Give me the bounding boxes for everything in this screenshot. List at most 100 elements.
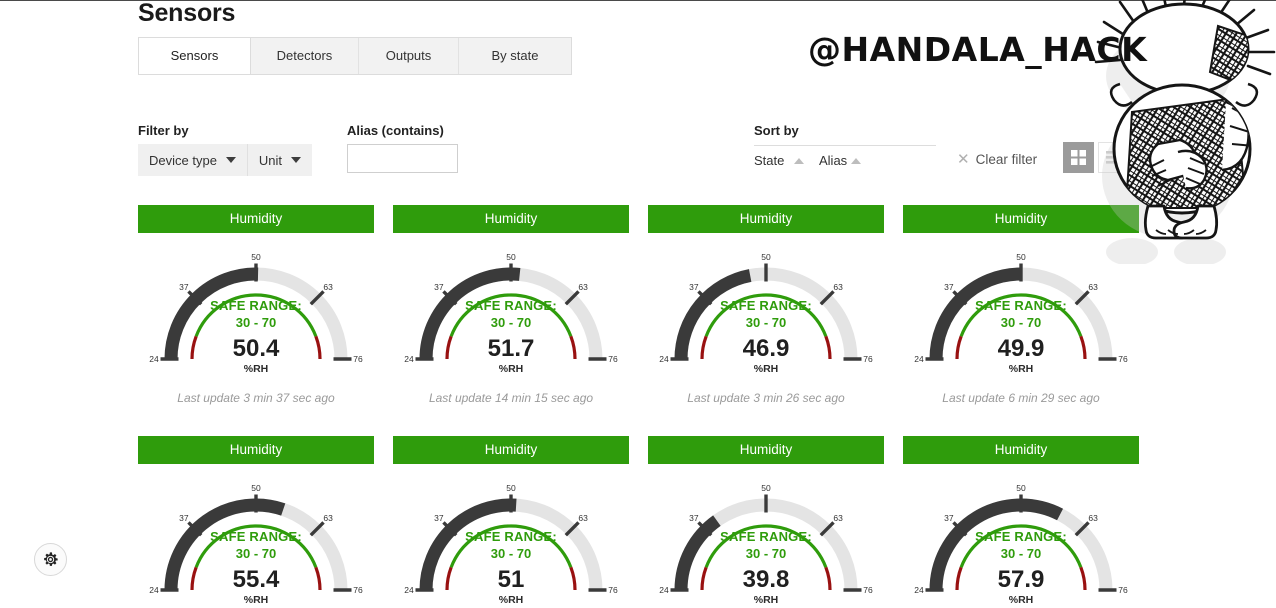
sensor-reading-value: 50.4 — [232, 335, 280, 362]
sensor-reading-unit: %RH — [498, 594, 524, 606]
sensor-card[interactable]: Humidity 24 37 50 63 76 SAFE RANGE: 30 - 70 49.9… — [903, 205, 1139, 405]
clear-filter-button[interactable]: ✕ Clear filter — [957, 152, 1037, 167]
list-view-toggle[interactable] — [1098, 142, 1129, 173]
gauge-tick-label: 63 — [323, 513, 333, 523]
gauge-container: 24 37 50 63 76 SAFE RANGE: 30 - 70 39.8 %RH — [648, 478, 884, 606]
gauge-tick-label: 37 — [944, 513, 954, 523]
sensor-reading-value: 49.9 — [997, 335, 1045, 362]
safe-range-value: 30 - 70 — [490, 315, 532, 330]
unit-dropdown[interactable]: Unit — [248, 144, 312, 176]
gauge-tick-label: 37 — [434, 282, 444, 292]
unit-label: Unit — [258, 152, 283, 168]
gauge-container: 24 37 50 63 76 SAFE RANGE: 30 - 70 55.4 %RH — [138, 478, 374, 606]
gauge-tick-label: 50 — [1016, 483, 1026, 493]
gauge-tick-label: 37 — [179, 282, 189, 292]
sensor-card[interactable]: Humidity 24 37 50 63 76 SAFE RANGE: 30 - 70 51.7… — [393, 205, 629, 405]
sensor-reading-unit: %RH — [753, 594, 779, 606]
chevron-down-icon — [225, 157, 236, 163]
last-update-text: Last update 3 min 37 sec ago — [177, 391, 335, 405]
gauge-tick-label: 50 — [761, 483, 771, 493]
page-title: Sensors — [138, 0, 236, 27]
tab-bar: Sensors Detectors Outputs By state — [138, 37, 572, 75]
grid-view-toggle[interactable] — [1063, 142, 1094, 173]
settings-button[interactable] — [34, 543, 67, 576]
sensor-card-title: Humidity — [903, 436, 1139, 464]
safe-range-value: 30 - 70 — [745, 315, 787, 330]
safe-range-value: 30 - 70 — [1000, 315, 1042, 330]
gauge-tick-label: 37 — [434, 513, 444, 523]
safe-range-value: 30 - 70 — [745, 546, 787, 561]
sensor-card-title: Humidity — [648, 436, 884, 464]
gauge-tick-label: 63 — [833, 282, 843, 292]
app-root: Sensors Sensors Detectors Outputs By sta… — [0, 0, 1276, 608]
filter-by-label: Filter by — [138, 123, 189, 138]
gauge-tick-label: 37 — [944, 282, 954, 292]
alias-input[interactable] — [347, 144, 458, 173]
safe-range-title: SAFE RANGE: — [465, 298, 557, 313]
sensor-reading-unit: %RH — [243, 363, 269, 375]
tab-outputs[interactable]: Outputs — [359, 38, 459, 74]
gauge-tick-label: 63 — [1088, 282, 1098, 292]
sensor-card-title: Humidity — [138, 205, 374, 233]
sensor-card[interactable]: Humidity 24 37 50 63 76 SAFE RANGE: 30 - 70 46.9… — [648, 205, 884, 405]
safe-range-title: SAFE RANGE: — [210, 298, 302, 313]
gauge-tick-label: 50 — [761, 252, 771, 262]
safe-range-value: 30 - 70 — [1000, 546, 1042, 561]
gauge-tick-label: 50 — [506, 252, 516, 262]
last-update-text: Last update 3 min 26 sec ago — [687, 391, 845, 405]
sensor-reading-value: 39.8 — [742, 566, 790, 593]
sensor-reading-value: 51 — [497, 566, 525, 593]
gauge-tick-label: 37 — [689, 513, 699, 523]
safe-range-title: SAFE RANGE: — [720, 529, 812, 544]
sort-alias-button[interactable]: Alias — [819, 153, 847, 168]
alias-label: Alias (contains) — [347, 123, 444, 138]
sensor-card-title: Humidity — [138, 436, 374, 464]
sensor-card[interactable]: Humidity 24 37 50 63 76 SAFE RANGE: 30 - 70 51 %R… — [393, 436, 629, 606]
sensor-card[interactable]: Humidity 24 37 50 63 76 SAFE RANGE: 30 - 70 39.8… — [648, 436, 884, 606]
sensor-card[interactable]: Humidity 24 37 50 63 76 SAFE RANGE: 30 - 70 55.4… — [138, 436, 374, 606]
device-type-label: Device type — [149, 152, 217, 168]
sensor-reading-unit: %RH — [1008, 363, 1034, 375]
tab-sensors[interactable]: Sensors — [139, 38, 251, 74]
chevron-down-icon — [291, 157, 302, 163]
sort-state-arrow-up-icon[interactable] — [794, 158, 804, 164]
tab-detectors[interactable]: Detectors — [251, 38, 359, 74]
sensor-reading-value: 55.4 — [232, 566, 280, 593]
sort-alias-arrow-up-icon[interactable] — [851, 158, 861, 164]
gauge-tick-label: 50 — [251, 483, 261, 493]
sort-state-button[interactable]: State — [754, 153, 784, 168]
safe-range-title: SAFE RANGE: — [975, 298, 1067, 313]
sensor-card-title: Humidity — [393, 436, 629, 464]
device-type-dropdown[interactable]: Device type — [138, 144, 248, 176]
safe-range-value: 30 - 70 — [235, 315, 277, 330]
sensor-card-title: Humidity — [393, 205, 629, 233]
gauge-tick-label: 63 — [323, 282, 333, 292]
sensor-card[interactable]: Humidity 24 37 50 63 76 SAFE RANGE: 30 - 70 57.9… — [903, 436, 1139, 606]
gauge-container: 24 37 50 63 76 SAFE RANGE: 30 - 70 46.9 %RH — [648, 247, 884, 375]
close-icon: ✕ — [957, 151, 970, 168]
clear-filter-label: Clear filter — [975, 152, 1038, 167]
gauge-tick-label: 63 — [1088, 513, 1098, 523]
gauge-tick-label: 37 — [689, 282, 699, 292]
last-update-text: Last update 14 min 15 sec ago — [428, 391, 594, 405]
sensor-reading-unit: %RH — [1008, 594, 1034, 606]
filter-dropdown-group: Device type Unit — [138, 144, 313, 176]
last-update-text: Last update 6 min 29 sec ago — [942, 391, 1100, 405]
gauge-container: 24 37 50 63 76 SAFE RANGE: 30 - 70 57.9 %RH — [903, 478, 1139, 606]
sensor-card[interactable]: Humidity 24 37 50 63 76 SAFE RANGE: 30 - 70 50.4… — [138, 205, 374, 405]
safe-range-title: SAFE RANGE: — [975, 529, 1067, 544]
gauge-tick-label: 63 — [833, 513, 843, 523]
gauge-tick-label: 50 — [1016, 252, 1026, 262]
gauge-tick-label: 63 — [578, 513, 588, 523]
gauge-container: 24 37 50 63 76 SAFE RANGE: 30 - 70 51.7 %RH — [393, 247, 629, 375]
tab-by-state[interactable]: By state — [459, 38, 571, 74]
gauge-container: 24 37 50 63 76 SAFE RANGE: 30 - 70 51 %RH — [393, 478, 629, 606]
gear-icon — [44, 552, 58, 566]
sensor-reading-value: 46.9 — [742, 335, 790, 362]
left-rail — [0, 1, 130, 608]
sensor-reading-unit: %RH — [753, 363, 779, 375]
sensor-reading-unit: %RH — [498, 363, 524, 375]
gauge-container: 24 37 50 63 76 SAFE RANGE: 30 - 70 50.4 %RH — [138, 247, 374, 375]
safe-range-title: SAFE RANGE: — [465, 529, 557, 544]
main-content: Sensors Sensors Detectors Outputs By sta… — [130, 0, 1276, 608]
